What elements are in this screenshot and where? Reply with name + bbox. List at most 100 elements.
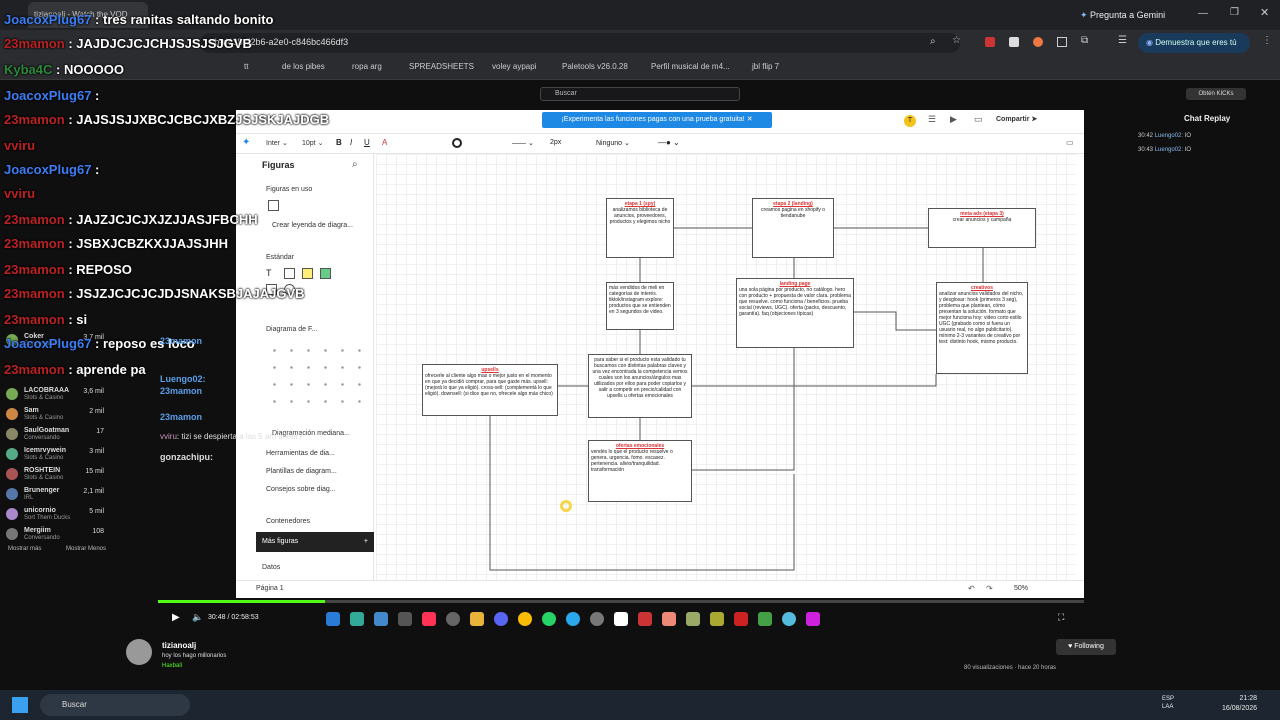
- line-style-select[interactable]: —— ⌄: [512, 139, 534, 147]
- font-select[interactable]: Inter ⌄: [266, 139, 288, 147]
- taskbar-clock[interactable]: 21:28 16/08/2026: [1222, 694, 1257, 714]
- landing-box[interactable]: landing page una sola página por producto…: [736, 278, 854, 348]
- close-window-button[interactable]: ✕: [1260, 6, 1269, 19]
- fullscreen-icon[interactable]: ⛶: [1058, 612, 1064, 623]
- redo-icon[interactable]: ↷: [986, 584, 993, 593]
- app-icon[interactable]: [350, 612, 364, 626]
- present-icon[interactable]: ▶: [950, 114, 957, 125]
- record-icon[interactable]: ▭: [974, 114, 983, 125]
- notion-icon[interactable]: [614, 612, 628, 626]
- meta-box[interactable]: meta ads (etapa 3) crear anuncios y campa…: [928, 208, 1036, 248]
- obtain-kicks-button[interactable]: Obtén KICKs: [1186, 88, 1246, 100]
- app-icon[interactable]: [446, 612, 460, 626]
- puzzle-icon[interactable]: ⧉: [1081, 35, 1088, 46]
- whatsapp-icon[interactable]: [542, 612, 556, 626]
- channel-avatar[interactable]: [126, 639, 152, 665]
- channel-name[interactable]: tizianoalj: [162, 641, 196, 650]
- bookmark-3[interactable]: SPREADSHEETS: [409, 62, 474, 71]
- app-icon[interactable]: [806, 612, 820, 626]
- text-shape-icon[interactable]: T: [266, 268, 277, 279]
- app-icon[interactable]: [686, 612, 700, 626]
- data-item[interactable]: Datos: [262, 564, 280, 571]
- containers-header[interactable]: Contenedores: [266, 518, 310, 525]
- etapa2-box[interactable]: etapa 2 (landing) creamos pagina en shopi…: [752, 198, 834, 258]
- app-icon[interactable]: [374, 612, 388, 626]
- gemini-button[interactable]: ✦ Pregunta a Gemini: [1080, 6, 1180, 24]
- share-button[interactable]: Compartir ➤: [996, 115, 1037, 123]
- app-icon[interactable]: [398, 612, 412, 626]
- start-icon[interactable]: [12, 697, 28, 713]
- templates-item[interactable]: Plantillas de diagram...: [266, 468, 337, 475]
- app-icon[interactable]: [638, 612, 652, 626]
- undo-icon[interactable]: ↶: [968, 584, 975, 593]
- comment-icon[interactable]: ☰: [928, 114, 936, 125]
- more-icon[interactable]: ⋮: [1262, 35, 1272, 46]
- chrome-icon[interactable]: [518, 612, 532, 626]
- extension-icon-4[interactable]: [1057, 37, 1067, 47]
- telegram-icon[interactable]: [566, 612, 580, 626]
- close-icon[interactable]: ✕: [747, 116, 753, 123]
- size-select[interactable]: 10pt ⌄: [302, 139, 323, 147]
- play-button[interactable]: ▶: [172, 612, 180, 623]
- bold-button[interactable]: B: [336, 138, 342, 147]
- flow-header[interactable]: Diagrama de F...: [266, 326, 317, 333]
- bookmark-5[interactable]: Paletools v26.0.28: [562, 62, 628, 71]
- volume-icon[interactable]: 🔈: [192, 612, 203, 623]
- taskbar-search[interactable]: Buscar: [40, 694, 190, 716]
- star-icon[interactable]: ☆: [952, 35, 961, 46]
- used-shape-square[interactable]: [268, 200, 279, 211]
- ofertas-box[interactable]: ofertas emocionales vendés lo que el prod…: [588, 440, 692, 502]
- extension-icon-3[interactable]: [1033, 37, 1043, 47]
- tips-item[interactable]: Consejos sobre diag...: [266, 486, 336, 493]
- maximize-button[interactable]: ❐: [1230, 7, 1239, 18]
- diagram-canvas[interactable]: etapa 1 (spy) analizamos biblioteca de an…: [376, 154, 1076, 584]
- stream-category[interactable]: Haxball: [162, 663, 182, 669]
- note-shape-icon[interactable]: [302, 268, 313, 279]
- ai-icon[interactable]: ✦: [242, 137, 250, 148]
- font-color-button[interactable]: A: [382, 138, 387, 147]
- bookmark-7[interactable]: jbl flip 7: [752, 62, 779, 71]
- bookmark-0[interactable]: tt: [244, 62, 248, 71]
- vendidos-box[interactable]: más vendidos de meli en categorías de in…: [606, 282, 674, 330]
- bookmark-1[interactable]: de los pibes: [282, 62, 325, 71]
- standard-header[interactable]: Estándar: [266, 254, 294, 261]
- etapa1-box[interactable]: etapa 1 (spy) analizamos biblioteca de an…: [606, 198, 674, 258]
- rect-shape-icon[interactable]: [284, 268, 295, 279]
- upsells-box[interactable]: upsells ofrecerle al cliente algo mas o m…: [422, 364, 558, 416]
- arrow-none-select[interactable]: Ninguno ⌄: [596, 139, 630, 147]
- app-icon[interactable]: [782, 612, 796, 626]
- zoom-level[interactable]: 50%: [1014, 585, 1028, 592]
- validar-box[interactable]: para saber si el producto esta validado …: [588, 354, 692, 418]
- more-shapes-button[interactable]: Más figuras +: [256, 532, 374, 552]
- used-shapes-header[interactable]: Figuras en uso: [266, 186, 312, 193]
- line-width-select[interactable]: 2px: [550, 139, 561, 146]
- zoom-icon[interactable]: ⌕: [930, 36, 936, 47]
- app-icon[interactable]: [710, 612, 724, 626]
- extension-icons[interactable]: ⧉: [985, 35, 1105, 49]
- windows-app-icon[interactable]: [326, 612, 340, 626]
- create-legend[interactable]: Crear leyenda de diagra...: [272, 222, 353, 229]
- bookmark-2[interactable]: ropa arg: [352, 62, 382, 71]
- user-avatar[interactable]: T: [904, 115, 916, 127]
- extension-icon-1[interactable]: [985, 37, 995, 47]
- app-icon[interactable]: [590, 612, 604, 626]
- arrow-end-select[interactable]: —● ⌄: [658, 138, 680, 147]
- bookmark-4[interactable]: voley aypapi: [492, 62, 536, 71]
- folder-icon[interactable]: [470, 612, 484, 626]
- discord-icon[interactable]: [494, 612, 508, 626]
- ad-verify-button[interactable]: ◉ Demuestra que eres tú: [1138, 33, 1250, 53]
- fill-circle-icon[interactable]: [452, 138, 462, 148]
- app-icon[interactable]: [734, 612, 748, 626]
- menu-icon[interactable]: ☰: [1118, 35, 1127, 46]
- music-icon[interactable]: [422, 612, 436, 626]
- page-tab[interactable]: Página 1: [256, 585, 284, 592]
- url-field[interactable]: cb-d438-72b6-a2e0-c846bc466df3: [200, 33, 960, 53]
- minimize-button[interactable]: —: [1198, 8, 1208, 19]
- format-panel-icon[interactable]: ▭: [1066, 138, 1074, 147]
- app-icon[interactable]: [758, 612, 772, 626]
- creativos-box[interactable]: creativos analizar anuncios validados del…: [936, 282, 1028, 374]
- site-search[interactable]: Buscar: [540, 87, 740, 101]
- trial-notice[interactable]: ¡Experimenta las funciones pagas con una…: [542, 112, 772, 128]
- follow-button[interactable]: ♥ Following: [1056, 639, 1116, 655]
- bookmark-6[interactable]: Perfil musical de m4...: [651, 62, 730, 71]
